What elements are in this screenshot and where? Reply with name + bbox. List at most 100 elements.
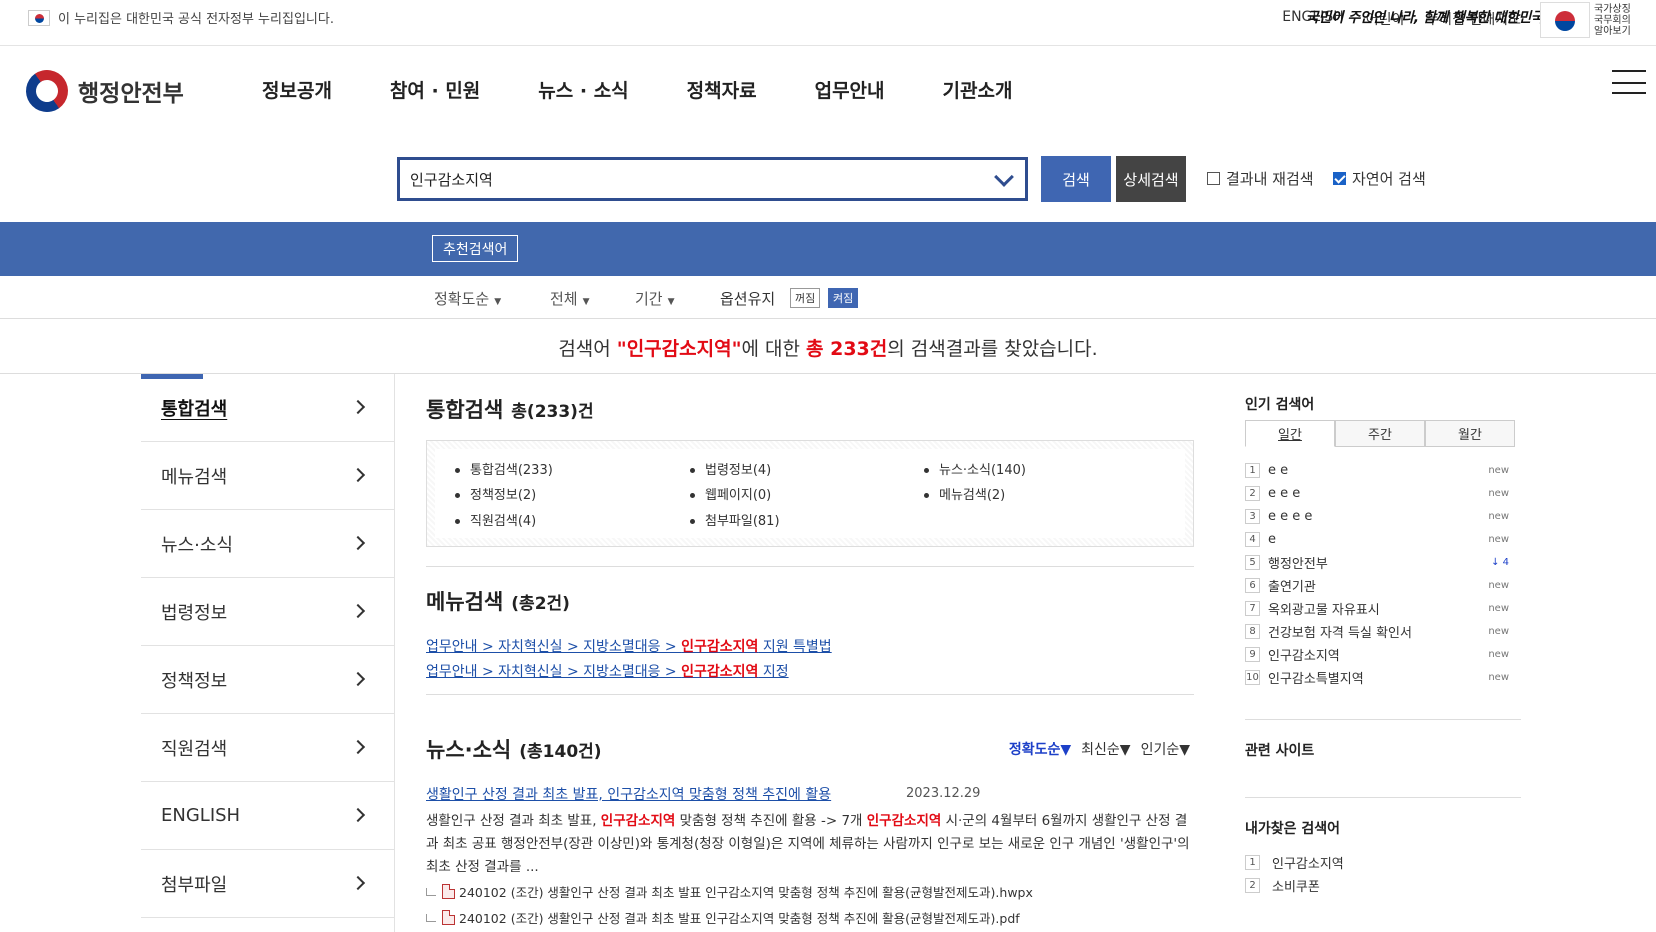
search-within-checkbox[interactable]: 결과내 재검색: [1207, 168, 1314, 189]
rank-badge: 3: [1245, 508, 1260, 524]
gnb-item-info[interactable]: 정보공개: [262, 76, 332, 103]
search-input[interactable]: 인구감소지역: [397, 157, 1028, 201]
integrated-title-text: 통합검색: [426, 398, 504, 422]
taegeuk-logo-icon: [17, 61, 77, 121]
sidebar-item-policy[interactable]: 정책정보: [141, 646, 395, 714]
gnb-item-business[interactable]: 업무안내: [815, 76, 885, 103]
count-link[interactable]: 메뉴검색(2): [924, 484, 1005, 503]
news-item-title[interactable]: 생활인구 산정 결과 최초 발표, 인구감소지역 맞춤형 정책 추진에 활용: [426, 784, 831, 804]
gnb-item-policy[interactable]: 정책자료: [687, 76, 757, 103]
rank-status: new: [1488, 464, 1509, 476]
scope-dropdown[interactable]: 전체 ▼: [550, 288, 590, 309]
tab-weekly[interactable]: 주간: [1335, 420, 1425, 447]
sidebar-item-law[interactable]: 법령정보: [141, 578, 395, 646]
tab-monthly[interactable]: 월간: [1425, 420, 1515, 447]
national-emblem-link[interactable]: 국가상징 국무회의 알아보기: [1540, 0, 1656, 40]
attachment-pdf[interactable]: 240102 (조간) 생활인구 산정 결과 최초 발표 인구감소지역 맞춤형 …: [426, 908, 1020, 927]
emblem-text: 국가상징 국무회의 알아보기: [1594, 3, 1631, 37]
search-options: 정확도순 ▼ 전체 ▼ 기간 ▼ 옵션유지 꺼짐 켜짐: [0, 276, 1656, 319]
summary-pre: 검색어: [558, 338, 617, 360]
count-link[interactable]: 웹페이지(0): [690, 484, 771, 503]
popular-keyword[interactable]: 2 e e e new: [1245, 483, 1515, 503]
tab-daily[interactable]: 일간: [1245, 420, 1335, 447]
keyword-text: 인구감소특별지역: [1268, 671, 1364, 687]
integrated-title: 통합검색 총(233)건: [426, 394, 594, 424]
popular-keyword[interactable]: 9 인구감소지역 new: [1245, 644, 1515, 664]
count-link[interactable]: 통합검색(233): [455, 459, 553, 478]
news-body-text: 생활인구 산정 결과 최초 발표,: [426, 813, 601, 829]
sidebar-item-staff[interactable]: 직원검색: [141, 714, 395, 782]
my-search-keyword[interactable]: 2 소비쿠폰: [1245, 876, 1320, 895]
popular-keyword[interactable]: 3 e e e e new: [1245, 506, 1515, 526]
summary-mid: 에 대한: [741, 338, 807, 360]
sort-popular-button[interactable]: 인기순▼: [1141, 739, 1190, 759]
sort-label: 정확도순: [434, 290, 490, 308]
count-link[interactable]: 첨부파일(81): [690, 510, 780, 529]
natural-language-checkbox[interactable]: 자연어 검색: [1333, 168, 1426, 189]
gov-notice: 이 누리집은 대한민국 공식 전자정부 누리집입니다.: [28, 8, 334, 27]
period-dropdown[interactable]: 기간 ▼: [635, 288, 675, 309]
menu-result-link[interactable]: 업무안내 > 자치혁신실 > 지방소멸대응 > 인구감소지역 지정: [426, 661, 789, 681]
popular-keyword[interactable]: 7 옥외광고물 자유표시 new: [1245, 598, 1515, 618]
menu-result-hit: 인구감소지역: [681, 639, 759, 655]
keyword-text: 인구감소지역: [1272, 857, 1344, 872]
sidebar-item-english[interactable]: ENGLISH: [141, 782, 395, 850]
menu-result-link[interactable]: 업무안내 > 자치혁신실 > 지방소멸대응 > 인구감소지역 지원 특별법: [426, 636, 832, 656]
count-link[interactable]: 정책정보(2): [455, 484, 536, 503]
chevron-right-icon: [350, 535, 366, 551]
checkbox-unchecked-icon[interactable]: [1207, 172, 1220, 185]
count-link[interactable]: 법령정보(4): [690, 459, 771, 478]
hamburger-menu-icon[interactable]: [1612, 70, 1646, 94]
slogan: 국민이 주인인 나라, 함께 행복한 대한민국: [1306, 10, 1544, 26]
checkbox-checked-icon[interactable]: [1333, 172, 1346, 185]
sidebar-item-label: 직원검색: [161, 738, 228, 760]
chevron-down-icon[interactable]: [994, 167, 1014, 187]
count-link[interactable]: 뉴스·소식(140): [924, 459, 1026, 478]
rank-badge: 1: [1245, 855, 1260, 870]
popular-keyword[interactable]: 6 출연기관 new: [1245, 575, 1515, 595]
option-keep-off-button[interactable]: 꺼짐: [790, 288, 821, 308]
ministry-logo[interactable]: 행정안전부: [17, 61, 184, 121]
popular-keyword[interactable]: 8 건강보험 자격 득실 확인서 new: [1245, 621, 1515, 641]
gnb-item-about[interactable]: 기관소개: [943, 76, 1013, 103]
attachment-name: 240102 (조간) 생활인구 산정 결과 최초 발표 인구감소지역 맞춤형 …: [459, 885, 1033, 900]
news-count: (총140건): [519, 742, 602, 762]
attachment-hwpx[interactable]: 240102 (조간) 생활인구 산정 결과 최초 발표 인구감소지역 맞춤형 …: [426, 882, 1033, 901]
rank-badge: 6: [1245, 577, 1260, 593]
rank-badge: 7: [1245, 600, 1260, 616]
popular-keyword[interactable]: 4 e new: [1245, 529, 1515, 549]
popular-keyword[interactable]: 1 e e new: [1245, 460, 1515, 480]
rank-status: new: [1488, 602, 1509, 614]
sort-accuracy-button[interactable]: 정확도순▼: [1009, 739, 1071, 759]
sidebar-item-integrated[interactable]: 통합검색: [141, 374, 395, 442]
keyword-text: e e e e: [1268, 508, 1313, 524]
keyword-text: 행정안전부: [1268, 556, 1328, 572]
rank-status: new: [1488, 533, 1509, 545]
chevron-right-icon: [350, 875, 366, 891]
chevron-right-icon: [350, 807, 366, 823]
option-keep-on-button[interactable]: 켜짐: [828, 288, 859, 308]
popular-keyword[interactable]: 5 행정안전부 ↓ 4: [1245, 552, 1515, 572]
recommend-bar: 추천검색어: [0, 222, 1656, 276]
popular-keyword[interactable]: 10 인구감소특별지역 new: [1245, 667, 1515, 687]
search-results: 통합검색 총(233)건 통합검색(233) 법령정보(4) 뉴스·소식(140)…: [426, 374, 1194, 932]
sidebar-item-news[interactable]: 뉴스·소식: [141, 510, 395, 578]
gnb-item-news[interactable]: 뉴스 · 소식: [538, 76, 628, 103]
gnb-item-participation[interactable]: 참여 · 민원: [390, 76, 480, 103]
my-search-keyword[interactable]: 1 인구감소지역: [1245, 853, 1344, 872]
divider: [426, 694, 1194, 695]
advanced-search-button[interactable]: 상세검색: [1116, 156, 1186, 202]
search-button[interactable]: 검색: [1041, 156, 1111, 202]
sidebar-item-attachments[interactable]: 첨부파일: [141, 850, 395, 918]
recommend-keywords-button[interactable]: 추천검색어: [432, 235, 519, 262]
rank-status: new: [1488, 487, 1509, 499]
news-body-hit: 인구감소지역: [600, 813, 676, 829]
sort-latest-button[interactable]: 최신순▼: [1081, 739, 1130, 759]
rank-status: new: [1488, 579, 1509, 591]
sidebar-item-menu[interactable]: 메뉴검색: [141, 442, 395, 510]
search-area: 인구감소지역 검색 상세검색 결과내 재검색 자연어 검색: [0, 130, 1656, 222]
sidebar-item-label: ENGLISH: [161, 805, 241, 826]
sort-dropdown[interactable]: 정확도순 ▼: [434, 288, 501, 309]
count-link[interactable]: 직원검색(4): [455, 510, 536, 529]
korea-flag-icon: [28, 9, 50, 26]
